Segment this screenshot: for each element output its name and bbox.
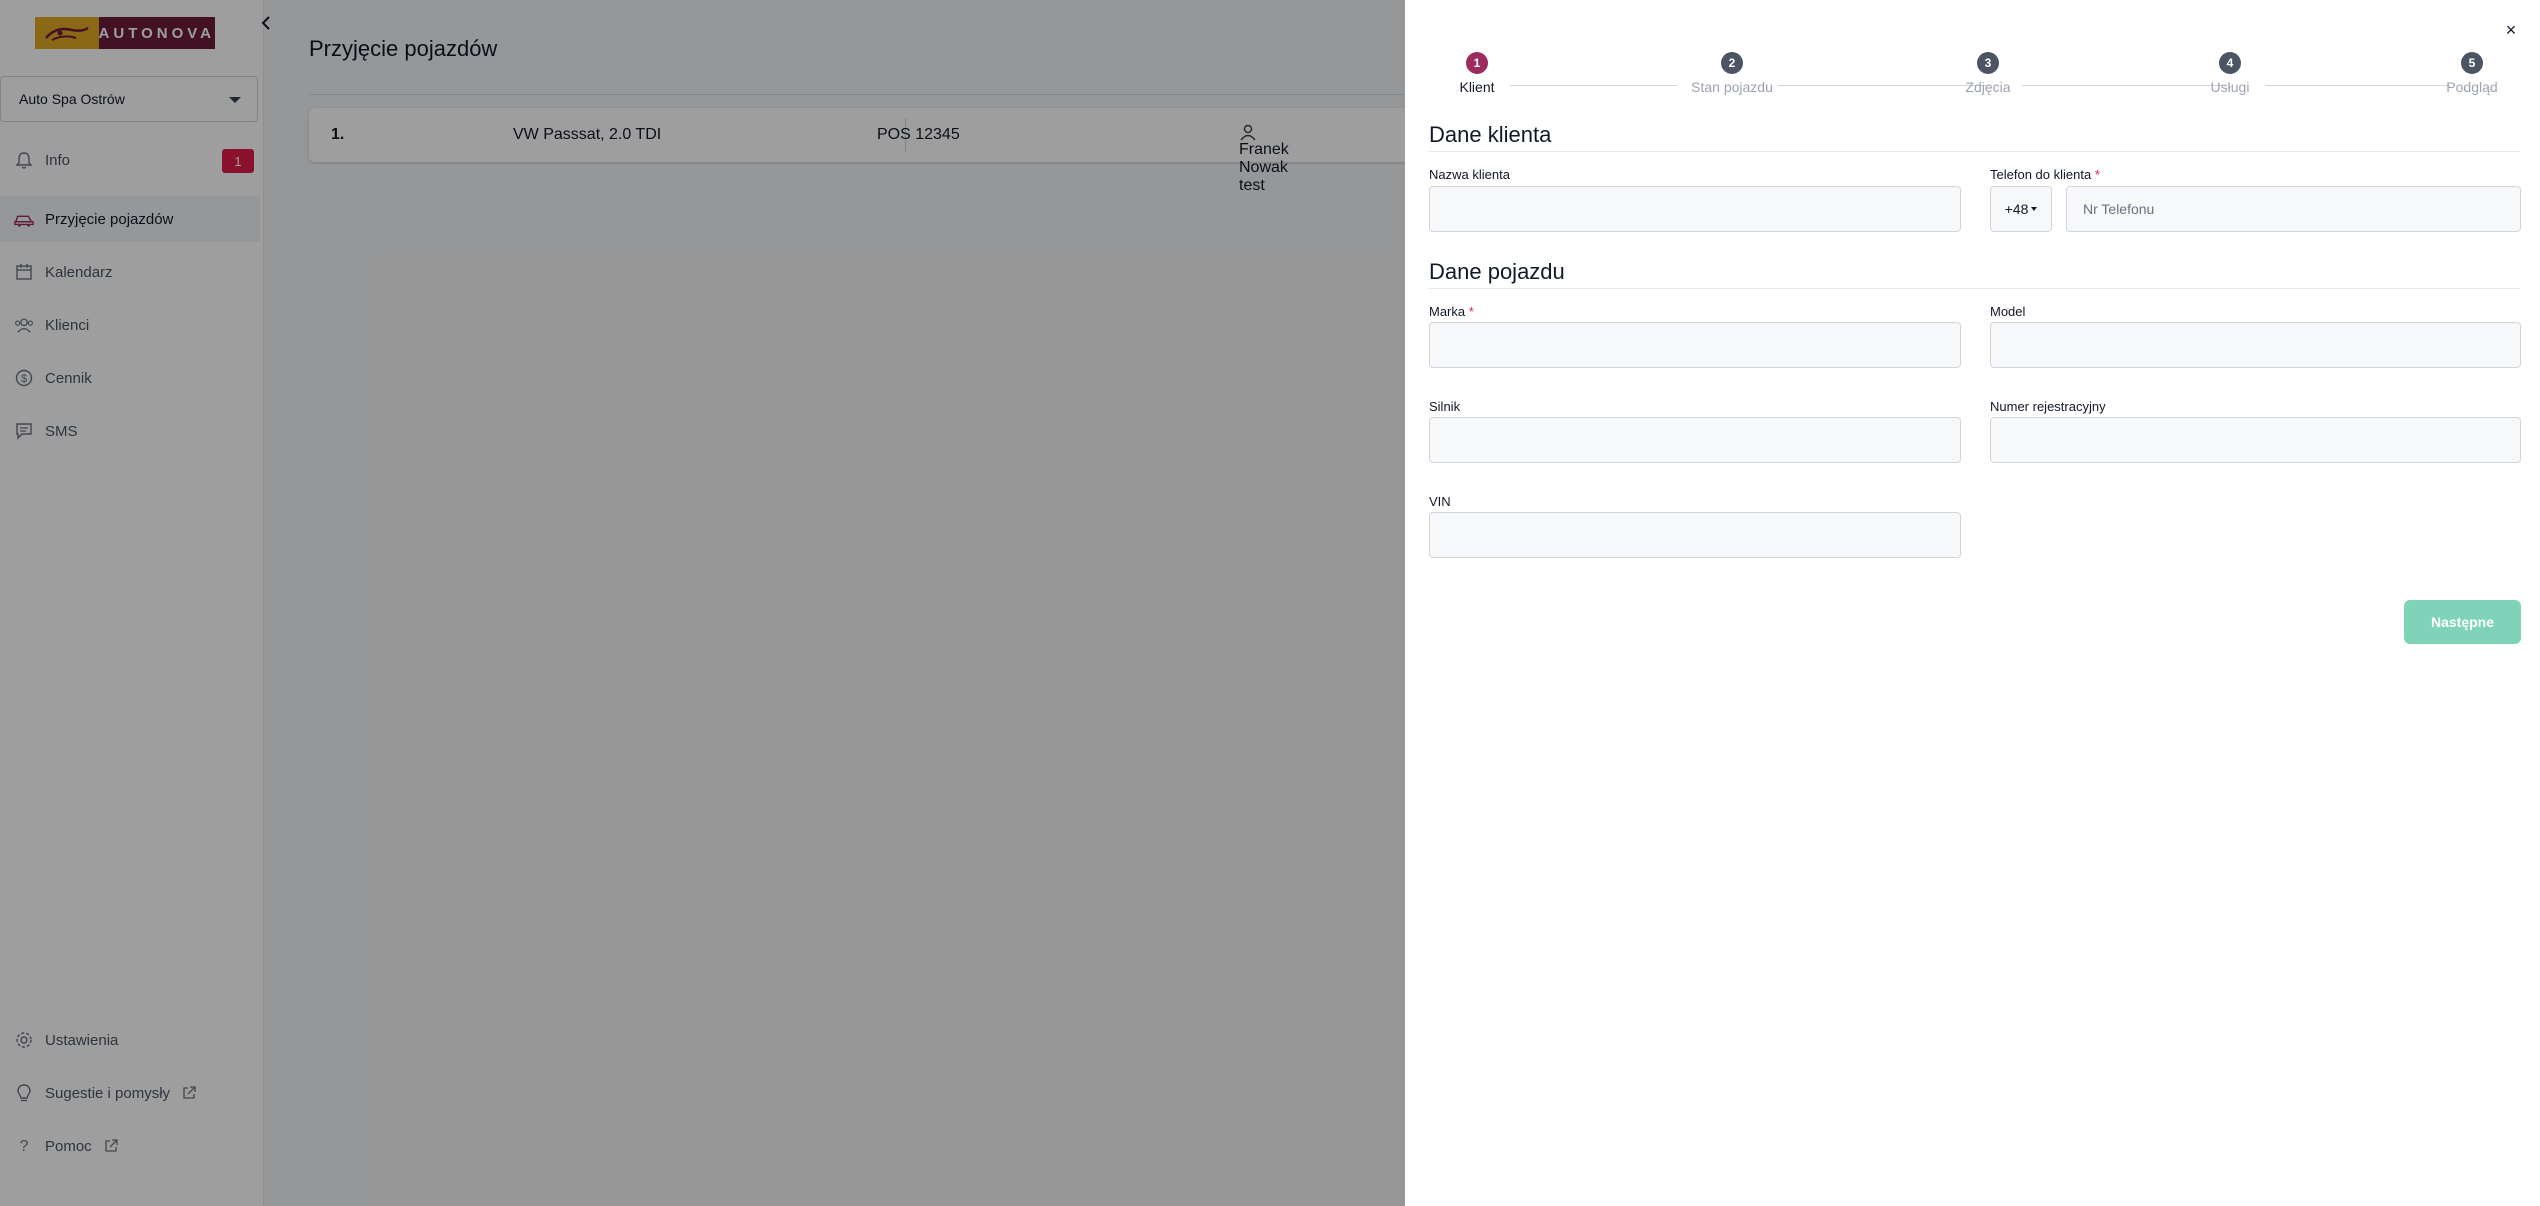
step-vehicle-state[interactable]: 2 Stan pojazdu bbox=[1672, 52, 1792, 95]
make-label-text: Marka bbox=[1429, 304, 1466, 319]
step-number: 3 bbox=[1977, 52, 1999, 74]
close-icon: × bbox=[2505, 19, 2517, 40]
client-name-label: Nazwa klienta bbox=[1429, 167, 1510, 182]
step-client[interactable]: 1 Klient bbox=[1417, 52, 1537, 95]
step-number: 2 bbox=[1721, 52, 1743, 74]
chevron-down-icon bbox=[2031, 207, 2038, 211]
client-phone-label-text: Telefon do klienta bbox=[1990, 167, 2092, 182]
client-phone-label: Telefon do klienta * bbox=[1990, 167, 2100, 182]
model-input[interactable] bbox=[1990, 322, 2521, 368]
phone-prefix-select[interactable]: +48 bbox=[1990, 186, 2052, 232]
make-input[interactable] bbox=[1429, 322, 1961, 368]
plate-input[interactable] bbox=[1990, 417, 2521, 463]
step-photos[interactable]: 3 Zdjęcia bbox=[1928, 52, 2048, 95]
next-button[interactable]: Następne bbox=[2404, 600, 2521, 644]
required-marker: * bbox=[1468, 304, 1474, 319]
vehicle-intake-drawer: × 1 Klient 2 Stan pojazdu 3 Zdjęcia 4 Us… bbox=[1405, 0, 2540, 1206]
model-label: Model bbox=[1990, 304, 2026, 319]
engine-label: Silnik bbox=[1429, 399, 1461, 414]
section-divider bbox=[1429, 151, 2520, 152]
client-phone-input[interactable] bbox=[2066, 186, 2521, 232]
step-label: Podgląd bbox=[2446, 79, 2498, 95]
engine-input[interactable] bbox=[1429, 417, 1961, 463]
required-marker: * bbox=[2094, 167, 2100, 182]
step-label: Stan pojazdu bbox=[1691, 79, 1773, 95]
plate-label: Numer rejestracyjny bbox=[1990, 399, 2106, 414]
step-services[interactable]: 4 Usługi bbox=[2170, 52, 2290, 95]
make-label: Marka * bbox=[1429, 304, 1474, 319]
vehicle-section-title: Dane pojazdu bbox=[1429, 259, 1565, 284]
step-label: Zdjęcia bbox=[1965, 79, 2011, 95]
client-section-title: Dane klienta bbox=[1429, 122, 1552, 147]
vin-input[interactable] bbox=[1429, 512, 1961, 558]
step-label: Klient bbox=[1459, 79, 1495, 95]
client-name-input[interactable] bbox=[1429, 186, 1961, 232]
section-divider bbox=[1429, 288, 2520, 289]
vin-label: VIN bbox=[1429, 494, 1451, 509]
step-number: 4 bbox=[2219, 52, 2241, 74]
step-label: Usługi bbox=[2210, 79, 2250, 95]
close-button[interactable]: × bbox=[2501, 20, 2521, 40]
step-preview[interactable]: 5 Podgląd bbox=[2412, 52, 2532, 95]
step-number: 1 bbox=[1466, 52, 1488, 74]
stepper: 1 Klient 2 Stan pojazdu 3 Zdjęcia 4 Usłu… bbox=[1405, 52, 2540, 98]
step-number: 5 bbox=[2461, 52, 2483, 74]
phone-prefix-value: +48 bbox=[2004, 201, 2029, 217]
